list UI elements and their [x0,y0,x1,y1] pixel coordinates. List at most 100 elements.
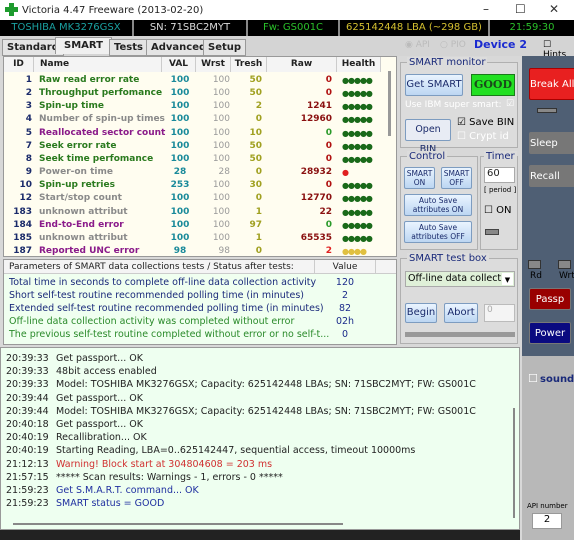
col-raw[interactable]: Raw [267,57,337,72]
cell-worst: 100 [212,153,230,164]
col-val[interactable]: VAL [162,57,196,72]
tab-tests[interactable]: Tests [109,39,148,56]
drive-firmware: Fw: GS001C [248,20,340,36]
cell-val: 100 [170,153,190,164]
log-scrollbar-horizontal[interactable] [13,523,343,525]
smart-off-button[interactable]: SMART OFF [441,167,472,189]
cell-worst: 100 [212,180,230,191]
table-row[interactable]: 185 unknown attribut 100 100 1 65535 ●●●●● [4,232,384,245]
cell-worst: 100 [212,140,230,151]
tab-setup[interactable]: Setup [203,39,247,56]
table-row[interactable]: 184 End-to-End error 100 100 97 0 ●●●●● [4,219,384,232]
cell-name: Start/stop count [39,193,122,204]
radio-pio[interactable]: ○ PIO [440,40,466,50]
api-number-input[interactable]: 2 [532,513,562,529]
table-row[interactable]: 183 unknown attribut 100 100 1 22 ●●●●● [4,206,384,219]
cell-id: 9 [25,167,32,178]
cell-id: 8 [25,153,32,164]
cell-id: 10 [19,180,32,191]
drive-capacity: 625142448 LBA (~298 GB) [340,20,490,36]
get-smart-button[interactable]: Get SMART [405,74,463,96]
table-row[interactable]: 187 Reported UNC error 98 98 0 2 ●●●● [4,245,384,256]
table-row[interactable]: 3 Spin-up time 100 100 2 1241 ●●●●● [4,100,384,113]
sound-checkbox[interactable]: ☐ [528,372,538,385]
radio-api[interactable]: ◉ API [405,40,430,50]
table-row[interactable]: 2 Throughput perfomance 100 100 50 0 ●●●●● [4,87,384,100]
sleep-button[interactable]: Sleep [529,132,574,154]
col-id[interactable]: ID [4,57,34,72]
device-label: Device 2 [474,38,527,51]
open-bin-button[interactable]: Open BIN [405,119,451,155]
col-name[interactable]: Name [34,57,162,72]
log-message: Warning! Block start at 304804608 = 203 … [56,458,273,470]
begin-button[interactable]: Begin [405,303,437,323]
table-row[interactable]: 7 Seek error rate 100 100 50 0 ●●●●● [4,140,384,153]
break-all-button[interactable]: Break All [529,68,574,100]
ibm-smart-checkbox[interactable]: ☑ [506,99,514,109]
cell-threshold: 97 [249,219,262,230]
table-row[interactable]: 5 Reallocated sector count 100 100 10 0 ●●●●● [4,127,384,140]
log-message: Get passport... OK [56,392,143,404]
drive-info-bar: TOSHIBA MK3276GSX SN: 71SBC2MYT Fw: GS00… [0,20,574,36]
cell-val: 98 [173,245,187,256]
timer-on-label: ON [496,205,512,216]
params-value: 120 [335,277,355,288]
table-row[interactable]: 8 Seek time perfomance 100 100 50 0 ●●●●● [4,153,384,166]
save-bin-checkbox[interactable]: ☑ Save BIN [457,117,514,128]
cell-id: 187 [13,245,32,256]
log-message: ***** Scan results: Warnings - 1, errors… [56,471,283,483]
abort-button[interactable]: Abort [444,303,478,323]
cell-worst: 100 [212,193,230,204]
smart-params-table: Parameters of SMART data collections tes… [3,259,397,345]
params-value: 82 [338,303,352,314]
timer-on-checkbox[interactable]: ☐ ON [484,205,512,216]
col-health[interactable]: Health [337,57,381,72]
chevron-down-icon[interactable]: ▼ [502,273,513,285]
log-entry: 20:40:18 Get passport... OK [1,418,519,431]
indicator [537,108,557,113]
table-row[interactable]: 1 Raw read error rate 100 100 50 0 ●●●●● [4,74,384,87]
table-row[interactable]: 12 Start/stop count 100 100 0 12770 ●●●●● [4,192,384,205]
col-tresh[interactable]: Tresh [231,57,267,72]
log-message: Starting Reading, LBA=0..625142447, sequ… [56,445,416,457]
params-value-header: Value [314,260,376,274]
log-message: Model: TOSHIBA MK3276GSX; Capacity: 6251… [56,379,476,391]
test-type-select[interactable]: Off-line data collect ▼ [405,271,515,287]
tab-advanced[interactable]: Advanced [146,39,212,56]
log-time: 20:39:44 [6,392,49,404]
cell-val: 100 [170,219,190,230]
maximize-icon[interactable]: ☐ [515,2,526,16]
cell-raw: 0 [325,180,332,191]
timer-input[interactable]: 60 [484,167,515,183]
cell-worst: 100 [212,219,230,230]
auto-save-off-button[interactable]: Auto Save attributes OFF [404,221,472,243]
log-entry: 21:59:23 Get S.M.A.R.T. command... OK [1,484,519,497]
minimize-icon[interactable]: – [483,2,489,16]
crypt-id-checkbox[interactable]: ☐ Crypt id [457,131,509,142]
log-time: 20:40:18 [6,418,49,430]
table-scrollbar[interactable] [388,71,391,136]
side-panel: Break All Sleep Recall Rd Wrt Passp Powe… [522,56,574,356]
api-number-label: API number [527,502,568,510]
power-button[interactable]: Power [529,322,571,344]
smart-on-button[interactable]: SMART ON [404,167,435,189]
crypt-id-label: Crypt id [469,131,509,142]
cell-val: 100 [170,193,190,204]
tab-smart[interactable]: SMART [55,37,112,54]
cell-threshold: 0 [255,114,262,125]
table-row[interactable]: 9 Power-on time 28 28 0 28932 ● [4,166,384,179]
auto-save-on-button[interactable]: Auto Save attributes ON [404,194,472,216]
close-icon[interactable]: ✕ [549,2,559,16]
log-scrollbar-vertical[interactable] [513,408,515,518]
col-wrst[interactable]: Wrst [196,57,231,72]
recall-button[interactable]: Recall [529,165,574,187]
cell-health: ●●●●● [342,76,373,85]
log-time: 21:12:13 [6,458,49,470]
log-message: SMART status = GOOD [56,498,165,510]
log-entry: 21:12:13 Warning! Block start at 30480460… [1,458,519,471]
passp-button[interactable]: Passp [529,288,571,310]
test-progress-field: 0 [484,304,515,322]
cell-worst: 100 [212,88,230,99]
table-row[interactable]: 10 Spin-up retries 253 100 30 0 ●●●●● [4,179,384,192]
table-row[interactable]: 4 Number of spin-up times 100 100 0 12960 ●●●●… [4,113,384,126]
